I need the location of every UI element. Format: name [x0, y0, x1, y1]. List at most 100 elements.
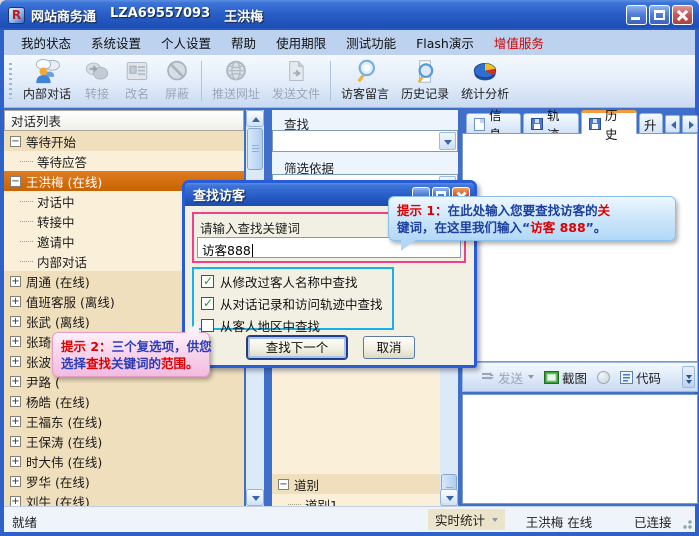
menu-personal-settings[interactable]: 个人设置: [152, 30, 220, 55]
menu-value-added-services[interactable]: 增值服务: [485, 30, 553, 55]
message-input-area[interactable]: [462, 394, 698, 504]
search-combobox[interactable]: [272, 130, 458, 152]
collapse-icon[interactable]: [10, 136, 21, 147]
send-icon: [481, 371, 495, 383]
history-record-icon: [411, 59, 439, 84]
send-button[interactable]: 发送: [476, 368, 539, 387]
checkbox-search-records[interactable]: 从对话记录和访问轨迹中查找: [201, 294, 383, 313]
expand-icon[interactable]: [10, 356, 21, 367]
menu-help[interactable]: 帮助: [222, 30, 265, 55]
tab-track[interactable]: 轨迹: [523, 113, 579, 134]
expand-icon[interactable]: [10, 456, 21, 467]
tree-group[interactable]: 杨皓 (在线): [4, 391, 244, 411]
tree-item[interactable]: 等待应答: [4, 151, 244, 171]
keyword-prompt-label: 请输入查找关键词: [200, 218, 300, 237]
collapse-icon[interactable]: [278, 479, 289, 490]
toolbar-block-button[interactable]: 屏蔽: [157, 57, 197, 105]
tab-history[interactable]: 历史: [581, 110, 637, 134]
tree-group[interactable]: 道别: [272, 474, 440, 494]
minimize-button[interactable]: [626, 5, 647, 25]
minimize-icon: [631, 17, 640, 20]
tab-scroll-right-icon[interactable]: [682, 115, 698, 133]
history-content-area[interactable]: [462, 133, 698, 362]
toolbar-rename-button[interactable]: 改名: [117, 57, 157, 105]
visitor-message-magnifier-icon: [351, 59, 379, 84]
toolbar-stats-button[interactable]: 统计分析: [455, 57, 515, 105]
chevron-down-icon[interactable]: [439, 132, 456, 150]
toolbar-push-url-button[interactable]: 推送网址: [206, 57, 266, 105]
disk-icon: [589, 118, 601, 130]
tooltip-tail: [401, 239, 417, 251]
toolbar-send-file-button[interactable]: 发送文件: [266, 57, 326, 105]
emoticon-button[interactable]: [592, 371, 615, 384]
tree-group[interactable]: 刘牛 (在线): [4, 491, 244, 506]
app-logo-icon: R: [8, 7, 25, 24]
license-id: LZA69557093: [110, 6, 210, 25]
chevron-down-icon: [492, 518, 498, 522]
realtime-stats-dropdown[interactable]: 实时统计: [428, 509, 505, 530]
toolbar-history-record-button[interactable]: 历史记录: [395, 57, 455, 105]
title-bar: R 网站商务通 LZA69557093 王洪梅: [0, 0, 699, 30]
checkbox-unchecked-icon[interactable]: [201, 319, 214, 332]
tab-scroll-left-icon[interactable]: [665, 115, 681, 133]
dialog-title: 查找访客: [193, 185, 245, 204]
expand-icon[interactable]: [10, 316, 21, 327]
tree-group[interactable]: 王福东 (在线): [4, 411, 244, 431]
scroll-down-button[interactable]: [246, 489, 264, 506]
cancel-button[interactable]: 取消: [363, 336, 415, 359]
menu-usage-period[interactable]: 使用期限: [267, 30, 335, 55]
tree-group[interactable]: 等待开始: [4, 131, 244, 151]
scroll-down-button[interactable]: [440, 489, 458, 506]
transfer-icon: [83, 59, 111, 84]
expand-icon[interactable]: [10, 296, 21, 307]
expand-icon[interactable]: [10, 476, 21, 487]
menu-system-settings[interactable]: 系统设置: [82, 30, 150, 55]
toolbar-internal-chat-button[interactable]: 内部对话: [17, 57, 77, 105]
menu-test-features[interactable]: 测试功能: [337, 30, 405, 55]
toolbar-overflow-icon[interactable]: [682, 366, 695, 388]
screenshot-button[interactable]: 截图: [539, 368, 592, 387]
expand-icon[interactable]: [10, 336, 21, 347]
expand-icon[interactable]: [10, 416, 21, 427]
tooltip-2-line: 提示 2：三个复选项，供您: [61, 338, 201, 355]
checkbox-search-renamed[interactable]: 从修改过客人名称中查找: [201, 272, 358, 291]
title-user-name: 王洪梅: [224, 6, 263, 25]
disk-icon: [531, 118, 543, 130]
maximize-button[interactable]: [649, 5, 670, 25]
code-button[interactable]: 代码: [615, 368, 666, 387]
scroll-up-button[interactable]: [246, 110, 264, 127]
find-next-button[interactable]: 查找下一个: [247, 336, 347, 359]
main-toolbar: 内部对话 转接 改名 屏蔽: [4, 55, 695, 108]
tab-info[interactable]: 信息: [466, 113, 521, 134]
collapse-icon[interactable]: [10, 176, 21, 187]
expand-icon[interactable]: [10, 496, 21, 507]
tree-group[interactable]: 王保涛 (在线): [4, 431, 244, 451]
push-url-globe-icon: [222, 59, 250, 84]
checkbox-checked-icon[interactable]: [201, 275, 214, 288]
expand-icon[interactable]: [10, 436, 21, 447]
tree-group[interactable]: 时大伟 (在线): [4, 451, 244, 471]
checkbox-search-region[interactable]: 从客人地区中查找: [201, 316, 320, 335]
status-user-online: 王洪梅 在线: [504, 512, 614, 531]
toolbar-separator: [330, 61, 331, 101]
close-button[interactable]: [672, 5, 693, 25]
toolbar-visitor-message-button[interactable]: 访客留言: [335, 57, 395, 105]
expand-icon[interactable]: [10, 396, 21, 407]
tree-item[interactable]: 道别1: [272, 494, 440, 506]
toolbar-grip[interactable]: [9, 63, 14, 99]
expand-icon[interactable]: [10, 276, 21, 287]
status-connection: 已连接: [634, 512, 672, 531]
tab-upgrade[interactable]: 升: [639, 113, 663, 134]
menu-my-status[interactable]: 我的状态: [12, 30, 80, 55]
tooltip-1: 提示 1：在此处输入您要查找访客的关 键词，在这里我们输入“访客 888”。: [388, 196, 676, 241]
rename-icon: [123, 59, 151, 84]
tree-group[interactable]: 罗华 (在线): [4, 471, 244, 491]
conversation-list-header: 对话列表: [4, 110, 244, 131]
resize-grip[interactable]: [680, 517, 692, 529]
expand-icon[interactable]: [10, 376, 21, 387]
scrollbar-thumb[interactable]: [247, 128, 263, 170]
toolbar-transfer-button[interactable]: 转接: [77, 57, 117, 105]
menu-flash-demo[interactable]: Flash演示: [407, 30, 483, 55]
status-ready: 就绪: [12, 512, 37, 531]
checkbox-checked-icon[interactable]: [201, 297, 214, 310]
